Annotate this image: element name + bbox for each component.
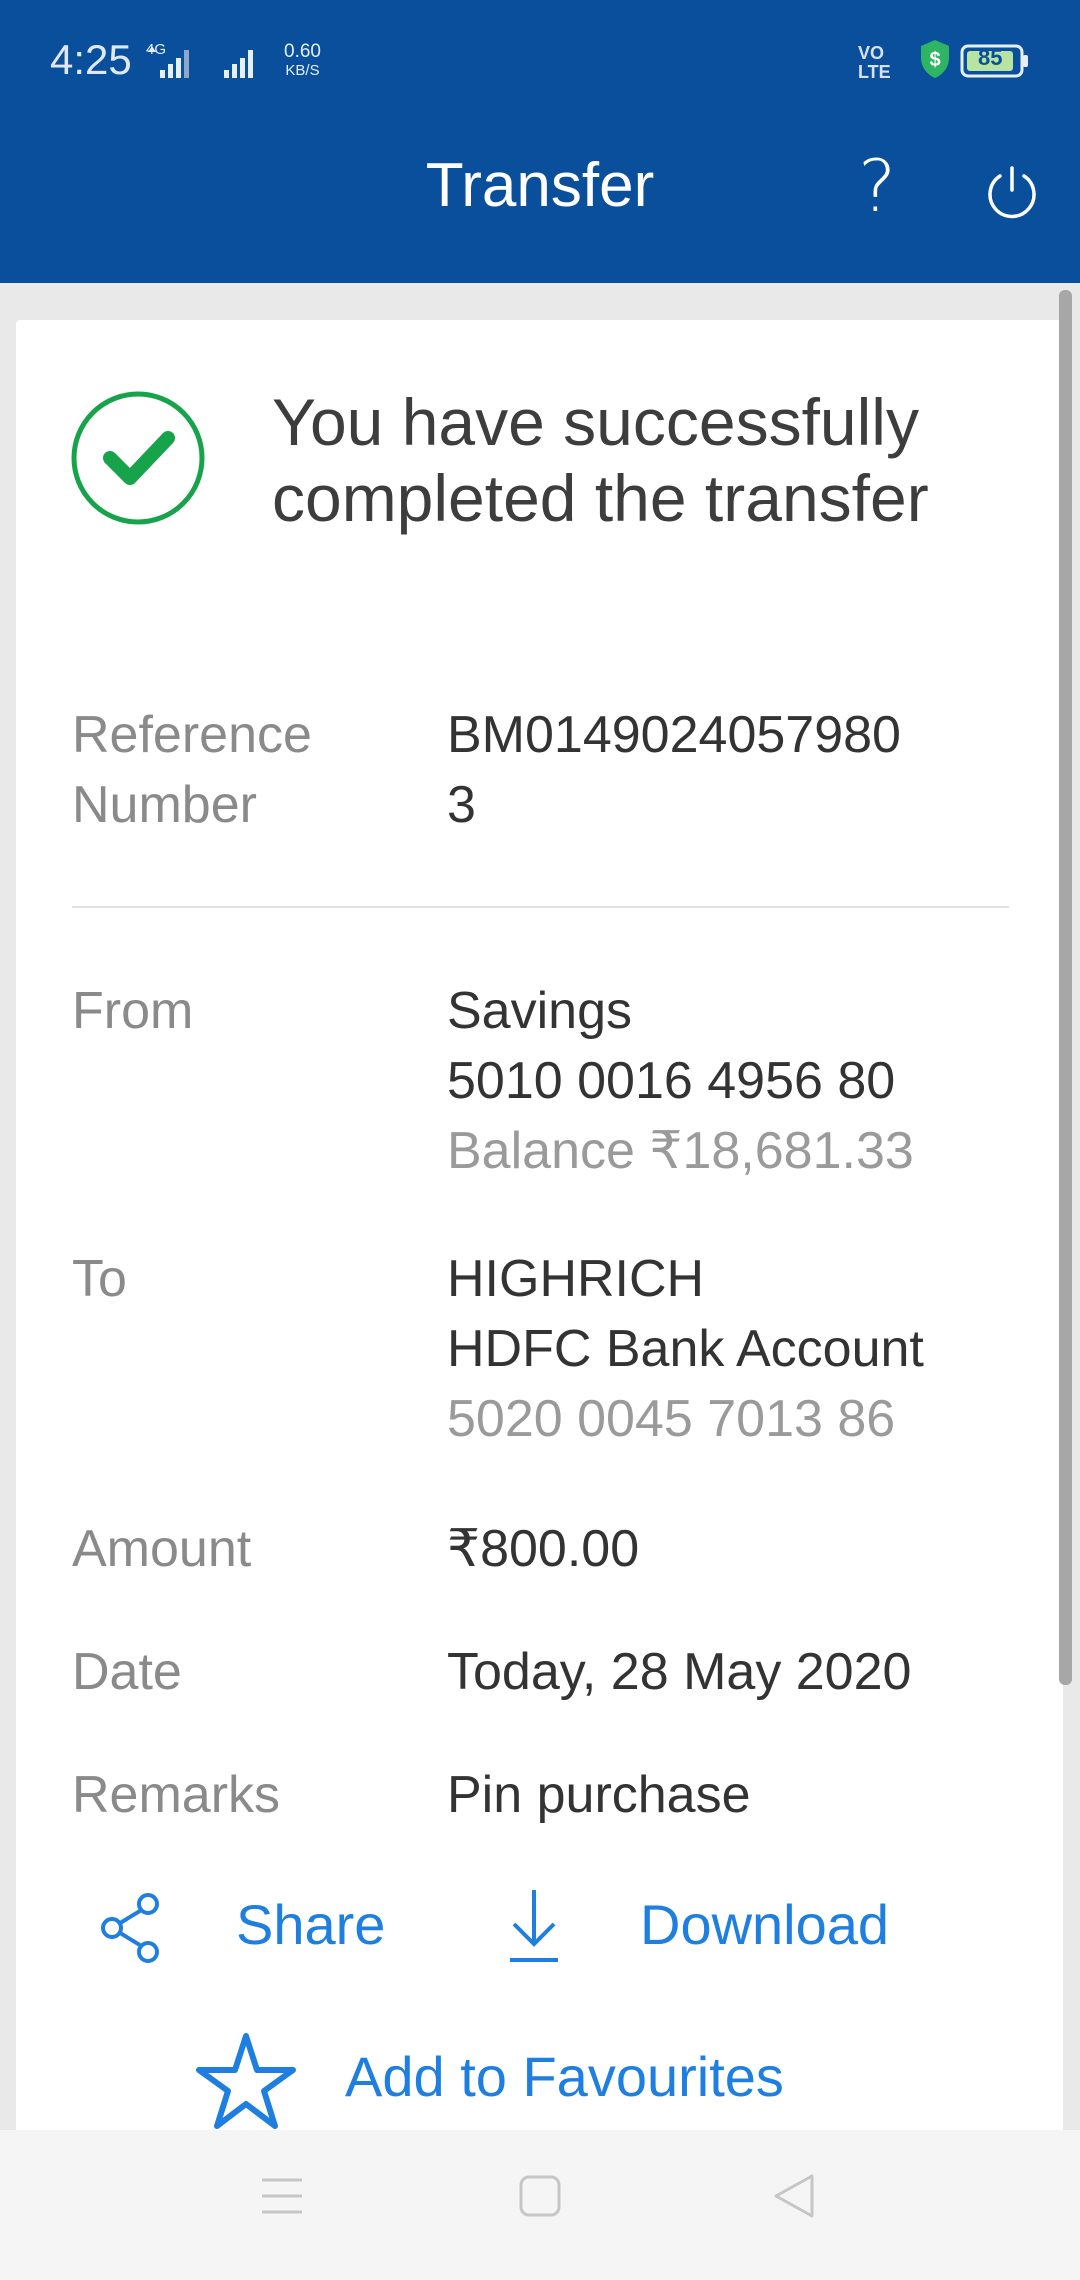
status-time: 4:25 [50,36,132,83]
divider [72,906,1009,908]
menu-icon[interactable] [258,2174,306,2218]
success-message: You have successfully completed the tran… [272,385,929,535]
date-label: Date [72,1643,182,1701]
page-title: Transfer [425,151,655,220]
remarks-label: Remarks [72,1766,281,1824]
from-account: Savings 5010 0016 4956 80 Balance ₹18,68… [447,982,914,1180]
system-nav-bar [0,2130,1080,2280]
download-button[interactable]: Download [640,1892,889,1957]
help-icon[interactable]: ? [858,150,896,222]
reference-number: BM0149024057980 3 [447,706,901,834]
check-circle-icon [71,391,205,525]
share-icon[interactable] [98,1892,164,1964]
back-icon[interactable] [772,2172,816,2220]
scrollbar[interactable] [1059,290,1072,1685]
data-speed: 0.60 KB/S [284,41,321,79]
svg-text:$: $ [929,49,940,71]
star-icon[interactable] [194,2032,298,2132]
volte-indicator: VO LTE [858,43,891,82]
date-value: Today, 28 May 2020 [447,1643,912,1701]
reference-label: Reference Number [72,706,312,834]
share-button[interactable]: Share [236,1892,385,1957]
shield-icon: $ [921,40,949,78]
amount-value: ₹800.00 [447,1520,640,1578]
from-label: From [72,982,194,1040]
battery-level: 85 [978,45,1003,70]
to-label: To [72,1250,127,1308]
download-icon[interactable] [506,1886,562,1966]
add-to-favourites-button[interactable]: Add to Favourites [345,2044,784,2109]
to-account: HIGHRICH HDFC Bank Account 5020 0045 701… [447,1250,924,1448]
amount-label: Amount [72,1520,252,1578]
remarks-value: Pin purchase [447,1766,751,1824]
signal-icon [148,46,253,78]
power-icon[interactable] [982,162,1042,222]
home-icon[interactable] [518,2174,562,2218]
status-bar: 4:25 4G 0.60 KB/S VO LTE $ 85 [0,0,1080,120]
